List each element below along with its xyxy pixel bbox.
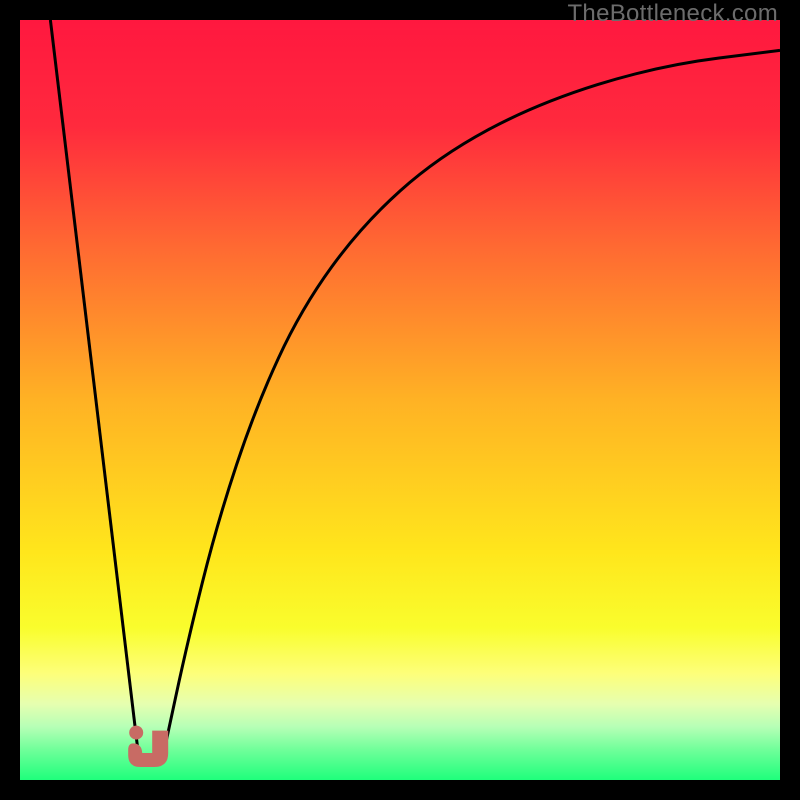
gradient-curve-chart xyxy=(20,20,780,780)
attribution-watermark: TheBottleneck.com xyxy=(567,0,778,28)
valley-marker-dot xyxy=(129,726,143,740)
chart-frame: TheBottleneck.com xyxy=(0,0,800,800)
plot-area xyxy=(20,20,780,780)
background-gradient xyxy=(20,20,780,780)
